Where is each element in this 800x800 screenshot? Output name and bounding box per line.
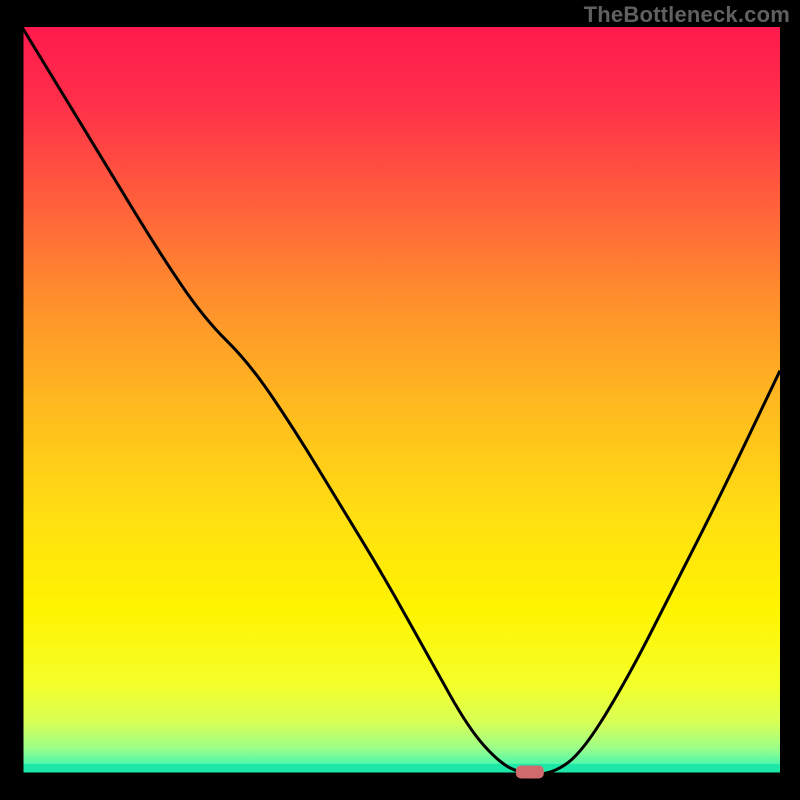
- chart-frame: TheBottleneck.com: [0, 0, 800, 800]
- watermark-text: TheBottleneck.com: [584, 2, 790, 28]
- bottleneck-chart: [0, 0, 800, 800]
- plot-background: [22, 27, 780, 774]
- optimal-marker: [516, 766, 544, 779]
